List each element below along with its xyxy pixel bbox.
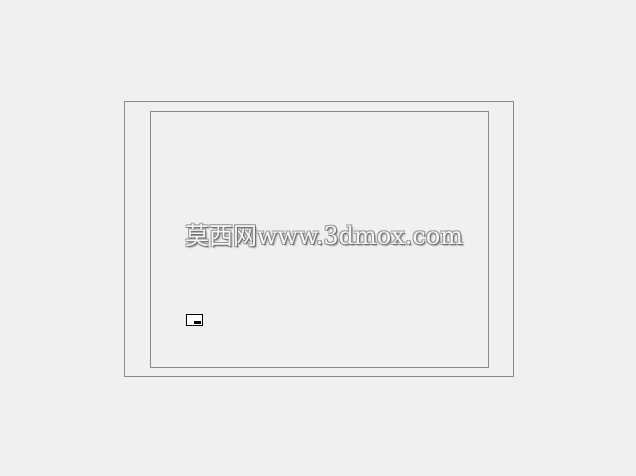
blank-canvas: 莫西网www.3dmox.com (0, 0, 636, 476)
restore-window-icon[interactable] (186, 314, 203, 326)
restore-window-icon-inner (194, 321, 201, 324)
watermark-text: 莫西网www.3dmox.com (185, 222, 464, 250)
